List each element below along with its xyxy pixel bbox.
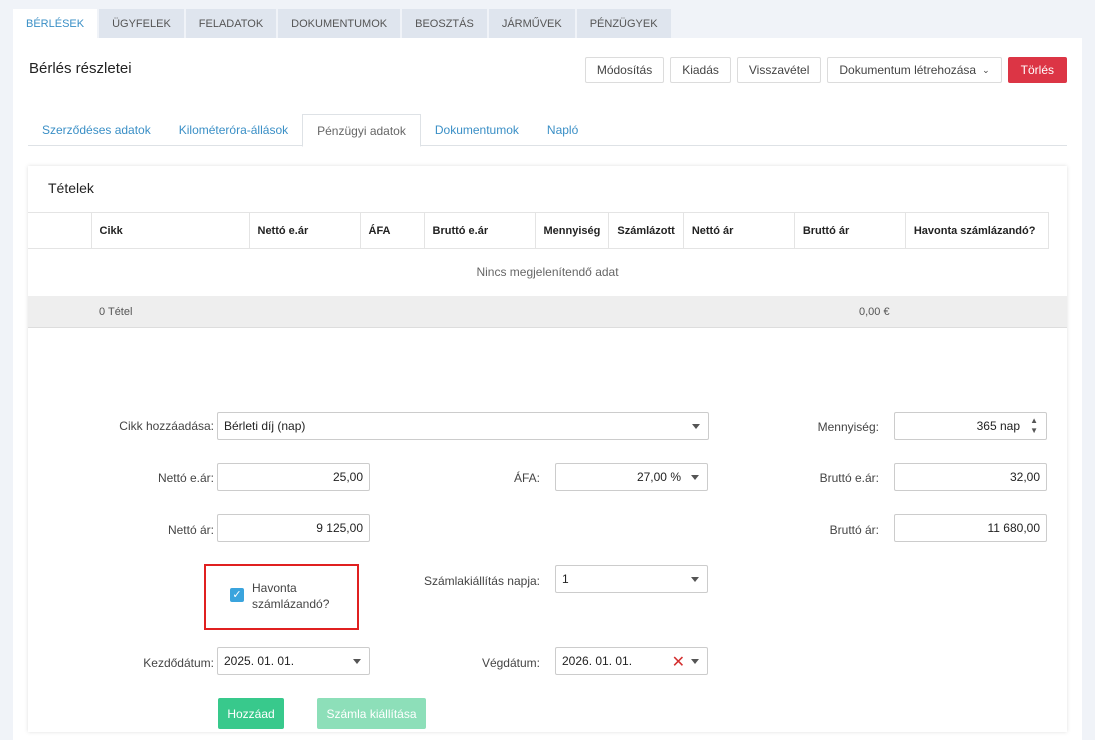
rental-details-card: Bérlés részletei Módosítás Kiadás Vissza… (13, 38, 1082, 740)
invoice-day-select[interactable]: 1 (555, 565, 708, 593)
net-unit-price-input[interactable]: 25,00 (217, 463, 370, 491)
checkmark-icon: ✓ (232, 589, 242, 601)
gross-price-label: Bruttó ár: (829, 523, 879, 537)
quantity-label: Mennyiség: (817, 420, 879, 434)
caret-down-icon (692, 424, 700, 429)
column-header-vat[interactable]: ÁFA (359, 212, 425, 249)
return-button[interactable]: Visszavétel (736, 57, 822, 83)
caret-down-icon (691, 475, 699, 480)
empty-table-message: Nincs megjelenítendő adat (476, 265, 619, 279)
tab-contract-data[interactable]: Szerződéses adatok (28, 114, 165, 146)
tab-odometer[interactable]: Kilométeróra-állások (165, 114, 302, 146)
item-select[interactable]: Bérleti díj (nap) (217, 412, 709, 440)
invoice-day-label: Számlakiállítás napja: (423, 574, 540, 588)
create-document-dropdown[interactable]: Dokumentum létrehozása ⌄ (827, 57, 1002, 83)
quantity-stepper[interactable]: 365 nap ▲ ▼ (894, 412, 1047, 440)
end-date-label: Végdátum: (481, 656, 540, 670)
column-header-invoiced[interactable]: Számlázott (608, 212, 684, 249)
item-label: Cikk hozzáadása: (119, 419, 214, 433)
total-amount: 0,00 € (859, 306, 890, 318)
gross-unit-label: Bruttó e.ár: (819, 471, 879, 485)
vat-label: ÁFA: (513, 471, 540, 485)
monthly-billing-checkbox[interactable]: ✓ (230, 588, 244, 602)
net-price-label: Nettó ár: (167, 523, 214, 537)
start-date-picker[interactable]: 2025. 01. 01. (217, 647, 370, 675)
delete-button[interactable]: Törlés (1007, 57, 1067, 83)
tab-rentals[interactable]: BÉRLÉSEK (13, 9, 98, 39)
net-unit-label: Nettó e.ár: (157, 471, 214, 485)
item-count: 0 Tétel (99, 306, 133, 318)
tab-financial-data[interactable]: Pénzügyi adatok (302, 114, 421, 147)
caret-down-icon (691, 659, 699, 664)
add-item-button[interactable]: Hozzáad (218, 698, 284, 729)
column-header-monthly[interactable]: Havonta számlázandó? (904, 212, 1049, 249)
start-date-label: Kezdődátum: (143, 656, 214, 670)
vat-select[interactable]: 27,00 % (555, 463, 708, 491)
end-date-picker[interactable]: 2026. 01. 01. ✕ (555, 647, 708, 675)
column-header-item[interactable]: Cikk (90, 212, 250, 249)
tab-vehicles[interactable]: JÁRMŰVEK (488, 9, 575, 38)
spinner-arrows-icon[interactable]: ▲ ▼ (1030, 416, 1038, 436)
items-table: Cikk Nettó e.ár ÁFA Bruttó e.ár Mennyisé… (28, 212, 1049, 249)
monthly-billing-label[interactable]: Havonta számlázandó? (252, 580, 352, 612)
monthly-billing-highlight: ✓ Havonta számlázandó? (204, 564, 359, 630)
caret-down-icon (691, 577, 699, 582)
tab-finance[interactable]: PÉNZÜGYEK (576, 9, 671, 38)
gross-price-input[interactable]: 11 680,00 (894, 514, 1047, 542)
column-header-quantity[interactable]: Mennyiség (534, 212, 610, 249)
action-toolbar: Módosítás Kiadás Visszavétel Dokumentum … (584, 57, 1067, 83)
items-panel-title: Tételek (48, 180, 94, 196)
tab-tasks[interactable]: FELADATOK (185, 9, 277, 38)
tab-log[interactable]: Napló (533, 114, 592, 146)
create-document-label: Dokumentum létrehozása (839, 63, 977, 77)
start-date-value: 2025. 01. 01. (224, 654, 295, 668)
caret-down-icon (353, 659, 361, 664)
detail-tabs: Szerződéses adatok Kilométeróra-állások … (28, 114, 1067, 147)
invoice-day-value: 1 (562, 572, 569, 586)
quantity-value: 365 nap (976, 419, 1020, 433)
column-header-net-unit[interactable]: Nettó e.ár (248, 212, 361, 249)
items-panel: Tételek Cikk Nettó e.ár ÁFA Bruttó e.ár … (28, 166, 1067, 732)
item-select-value: Bérleti díj (nap) (224, 419, 306, 433)
tab-documents[interactable]: DOKUMENTUMOK (278, 9, 401, 38)
column-header-net-price[interactable]: Nettó ár (682, 212, 795, 249)
issue-invoice-button[interactable]: Számla kiállítása (317, 698, 426, 729)
column-header-gross-unit[interactable]: Bruttó e.ár (423, 212, 536, 249)
module-tabs: BÉRLÉSEK ÜGYFELEK FELADATOK DOKUMENTUMOK… (13, 9, 671, 39)
chevron-down-icon: ⌄ (982, 64, 990, 75)
tab-customers[interactable]: ÜGYFELEK (99, 9, 184, 38)
net-price-input[interactable]: 9 125,00 (217, 514, 370, 542)
modify-button[interactable]: Módosítás (584, 57, 665, 83)
tab-schedule[interactable]: BEOSZTÁS (402, 9, 487, 38)
gross-unit-price-input[interactable]: 32,00 (894, 463, 1047, 491)
tab-documents-sub[interactable]: Dokumentumok (421, 114, 533, 146)
column-header-gross-price[interactable]: Bruttó ár (793, 212, 906, 249)
issue-button[interactable]: Kiadás (670, 57, 731, 83)
clear-icon[interactable]: ✕ (672, 652, 685, 672)
table-summary-row: 0 Tétel 0,00 € (28, 296, 1067, 328)
column-header-select (28, 212, 92, 249)
vat-select-value: 27,00 % (636, 470, 681, 484)
end-date-value: 2026. 01. 01. (562, 654, 633, 668)
page-title: Bérlés részletei (29, 60, 132, 77)
